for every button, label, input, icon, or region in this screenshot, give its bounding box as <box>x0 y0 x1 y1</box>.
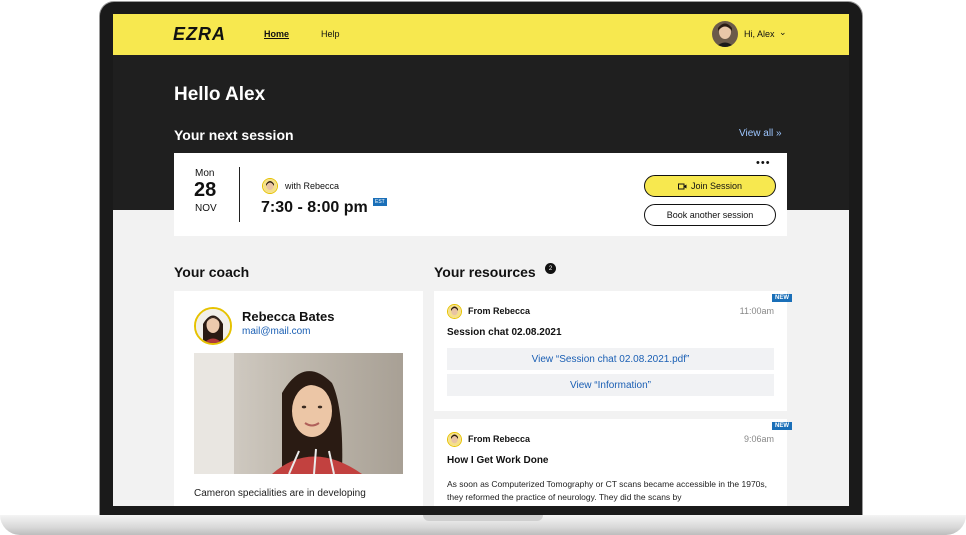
join-session-button[interactable]: Join Session <box>644 175 776 197</box>
new-badge: NEW <box>772 422 792 430</box>
resource-sender: From Rebecca <box>468 306 531 316</box>
session-day-number: 28 <box>194 179 217 201</box>
user-avatar[interactable] <box>712 21 738 47</box>
next-session-heading: Your next session <box>174 127 294 143</box>
app-screen: EZRA Home Help Hi, Alex ⌄ Hello Alex You… <box>113 14 849 506</box>
coach-email-link[interactable]: mail@mail.com <box>242 326 311 337</box>
resource-sender-avatar <box>447 304 462 319</box>
coach-mini-avatar <box>262 178 278 194</box>
video-camera-icon <box>677 183 687 189</box>
book-session-label: Book another session <box>666 210 754 220</box>
new-badge: NEW <box>772 294 792 302</box>
session-month: NOV <box>195 203 217 214</box>
date-divider <box>239 167 240 222</box>
session-time: 7:30 - 8:00 pm <box>261 199 368 216</box>
resource-title: Session chat 02.08.2021 <box>447 327 562 338</box>
page-greeting: Hello Alex <box>174 84 266 105</box>
timezone-badge: EST <box>373 198 387 206</box>
resource-time: 9:06am <box>743 434 774 444</box>
resource-body-text: As soon as Computerized Tomography or CT… <box>447 479 768 502</box>
resource-card: From Rebecca 9:06am NEW How I Get Work D… <box>434 419 792 506</box>
session-day-name: Mon <box>195 168 215 179</box>
nav-home-link[interactable]: Home <box>264 29 289 39</box>
book-session-button[interactable]: Book another session <box>644 204 776 226</box>
view-all-link[interactable]: View all » <box>739 128 782 139</box>
laptop-notch <box>423 515 543 521</box>
top-bar: EZRA Home Help Hi, Alex ⌄ <box>113 14 849 55</box>
join-session-label: Join Session <box>690 181 743 191</box>
coach-avatar <box>194 307 232 345</box>
logo[interactable]: EZRA <box>173 24 226 45</box>
coach-card: Rebecca Bates mail@mail.com Cameron spec… <box>174 291 423 506</box>
coach-section-heading: Your coach <box>174 264 250 280</box>
session-with-label: with Rebecca <box>285 181 340 191</box>
resource-card: From Rebecca 11:00am NEW Session chat 02… <box>434 291 792 411</box>
coach-bio: Cameron specialities are in developing <box>194 488 366 499</box>
coach-name: Rebecca Bates <box>242 309 335 324</box>
resource-sender-avatar <box>447 432 462 447</box>
resource-attachment-link[interactable]: View “Session chat 02.08.2021.pdf” <box>447 348 774 370</box>
nav-help-link[interactable]: Help <box>321 29 340 39</box>
chevron-down-icon[interactable]: ⌄ <box>779 27 787 38</box>
resource-time: 11:00am <box>739 306 774 316</box>
session-card: Mon 28 NOV with Rebecca 7:30 - 8:00 pm E… <box>174 153 787 236</box>
resource-title: How I Get Work Done <box>447 455 549 466</box>
resources-count-badge: 2 <box>545 263 556 274</box>
resource-attachment-link[interactable]: View “Information” <box>447 374 774 396</box>
resources-section-heading: Your resources <box>434 264 536 280</box>
resource-sender: From Rebecca <box>468 434 531 444</box>
user-greeting[interactable]: Hi, Alex <box>744 29 775 39</box>
coach-photo <box>194 353 403 474</box>
more-dots-icon[interactable]: ••• <box>756 157 771 169</box>
